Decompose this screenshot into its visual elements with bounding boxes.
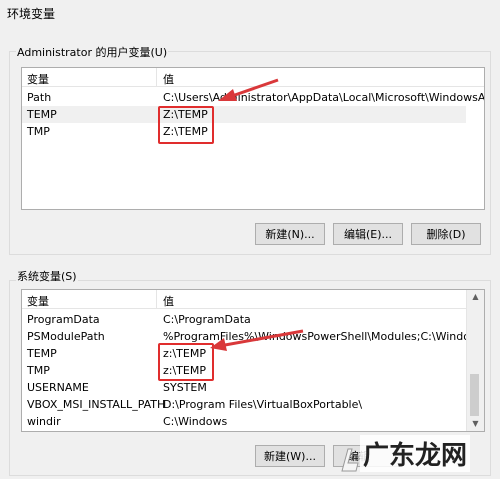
scroll-up-icon[interactable]: ▲ — [467, 290, 484, 304]
list-item[interactable]: windir C:\Windows — [22, 413, 466, 430]
user-vars-list[interactable]: 变量 值 Path C:\Users\Administrator\AppData… — [21, 67, 485, 210]
system-new-button[interactable]: 新建(W)... — [255, 445, 325, 467]
system-vars-group-label: 系统变量(S) — [16, 268, 78, 284]
variable-value: C:\Users\Administrator\AppData\Local\Mic… — [163, 91, 485, 104]
column-header-value[interactable]: 值 — [163, 293, 174, 309]
list-item[interactable]: TMP z:\TEMP — [22, 362, 466, 379]
user-vars-group-label: Administrator 的用户变量(U) — [16, 44, 169, 60]
system-vars-header: 变量 值 — [22, 290, 466, 309]
variable-name: TEMP — [27, 108, 57, 121]
variable-name: PSModulePath — [27, 330, 105, 343]
column-header-variable[interactable]: 变量 — [27, 71, 49, 87]
list-item[interactable]: TEMP Z:\TEMP — [22, 106, 466, 123]
user-edit-button[interactable]: 编辑(E)... — [333, 223, 403, 245]
list-item[interactable]: ProgramData C:\ProgramData — [22, 311, 466, 328]
variable-name: Path — [27, 91, 52, 104]
variable-name: VBOX_MSI_INSTALL_PATH — [27, 398, 166, 411]
list-item[interactable]: TMP Z:\TEMP — [22, 123, 484, 140]
variable-value: %ProgramFiles%\WindowsPowerShell\Modules… — [163, 330, 485, 343]
column-header-variable[interactable]: 变量 — [27, 293, 49, 309]
variable-value: C:\ProgramData — [163, 313, 251, 326]
variable-name: ProgramData — [27, 313, 100, 326]
variable-name: windir — [27, 415, 61, 428]
variable-name: TMP — [27, 364, 50, 377]
column-separator[interactable] — [156, 68, 157, 86]
column-header-value[interactable]: 值 — [163, 71, 174, 87]
user-new-button[interactable]: 新建(N)... — [255, 223, 325, 245]
variable-name: TEMP — [27, 347, 57, 360]
variable-value: C:\Windows — [163, 415, 228, 428]
variable-value: D:\Program Files\VirtualBoxPortable\ — [163, 398, 363, 411]
system-vars-list[interactable]: 变量 值 ProgramData C:\ProgramData PSModule… — [21, 289, 485, 432]
vertical-scrollbar[interactable]: ▲ ▼ — [466, 290, 484, 431]
list-item[interactable]: TEMP z:\TEMP — [22, 345, 466, 362]
list-item[interactable]: VBOX_MSI_INSTALL_PATH D:\Program Files\V… — [22, 396, 466, 413]
column-separator[interactable] — [156, 290, 157, 308]
highlight-box-system-temp — [158, 343, 214, 381]
list-item[interactable]: USERNAME SYSTEM — [22, 379, 466, 396]
watermark-logo-icon — [341, 448, 359, 472]
variable-name: TMP — [27, 125, 50, 138]
variable-name: USERNAME — [27, 381, 89, 394]
window-title: 环境变量 — [7, 7, 56, 21]
user-delete-button[interactable]: 删除(D) — [411, 223, 481, 245]
highlight-box-user-temp — [158, 106, 214, 144]
user-vars-header: 变量 值 — [22, 68, 484, 87]
variable-value: SYSTEM — [163, 381, 207, 394]
scroll-down-icon[interactable]: ▼ — [467, 417, 484, 431]
scrollbar-thumb[interactable] — [470, 374, 479, 416]
list-item[interactable]: Path C:\Users\Administrator\AppData\Loca… — [22, 89, 484, 106]
list-item[interactable]: PSModulePath %ProgramFiles%\WindowsPower… — [22, 328, 484, 345]
watermark-text: 广东龙网 — [359, 435, 470, 472]
